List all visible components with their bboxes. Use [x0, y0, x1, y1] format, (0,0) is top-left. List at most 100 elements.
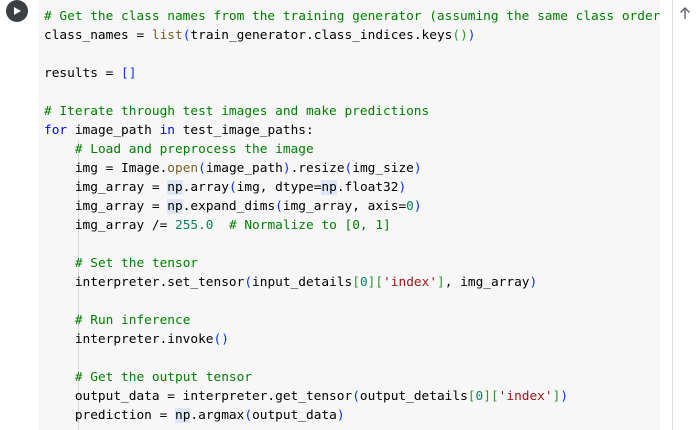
code-token: class_names = — [44, 28, 152, 43]
code-token: ( — [352, 389, 360, 404]
code-token: () — [452, 28, 468, 43]
code-token: .array — [182, 180, 229, 195]
code-token: () — [213, 332, 229, 347]
code-cell[interactable]: # Get the class names from the training … — [38, 0, 668, 430]
code-line[interactable]: img_array = np.expand_dims(img_array, ax… — [44, 197, 668, 216]
code-token: 0 — [406, 199, 414, 214]
code-token: [ — [490, 389, 499, 404]
code-token: img_array = — [44, 180, 168, 195]
code-line[interactable]: output_data = interpreter.get_tensor(out… — [44, 387, 668, 406]
code-token: for — [44, 123, 68, 138]
code-token: img_size — [352, 161, 414, 176]
code-editor[interactable]: # Get the class names from the training … — [44, 7, 668, 425]
code-token: img = Image. — [44, 161, 168, 176]
code-token: ( — [244, 275, 253, 290]
code-token: ( — [228, 180, 237, 195]
code-token: ) — [560, 389, 569, 404]
code-token: np — [321, 180, 337, 195]
run-cell-button[interactable] — [6, 0, 28, 22]
code-token: 255.0 — [174, 218, 214, 233]
arrow-up-icon — [680, 7, 690, 19]
code-token: 'index' — [383, 275, 438, 290]
code-token: in — [159, 123, 175, 138]
code-token: # Get the output tensor — [74, 370, 253, 385]
code-token: interpreter.set_tensor — [44, 275, 245, 290]
code-line[interactable]: prediction = np.argmax(output_data) — [44, 406, 668, 425]
code-token: np — [174, 408, 191, 423]
code-token: ) — [413, 161, 422, 176]
code-token: ( — [198, 161, 206, 176]
code-line[interactable]: class_names = list(train_generator.class… — [44, 26, 668, 45]
code-token: # Get the class names from the training … — [44, 9, 669, 24]
code-line[interactable] — [44, 292, 668, 311]
code-line[interactable]: # Get the class names from the training … — [44, 7, 668, 26]
code-token: np — [167, 180, 183, 195]
code-token: ] — [483, 389, 491, 404]
code-line[interactable]: img = Image.open(image_path).resize(img_… — [44, 159, 668, 178]
code-line[interactable]: img_array /= 255.0 # Normalize to [0, 1] — [44, 216, 668, 235]
code-line[interactable] — [44, 45, 668, 64]
code-token: output_data — [252, 408, 337, 423]
code-token: list — [151, 28, 183, 43]
code-line[interactable]: interpreter.invoke() — [44, 330, 668, 349]
code-line[interactable] — [44, 83, 668, 102]
code-token: open — [167, 161, 199, 176]
play-icon — [14, 7, 21, 15]
code-token: .resize — [290, 161, 345, 176]
code-token: # Iterate through test images and make p… — [44, 104, 430, 119]
code-line[interactable]: # Set the tensor — [44, 254, 668, 273]
code-line[interactable]: # Load and preprocess the image — [44, 140, 668, 159]
code-token: ( — [275, 199, 283, 214]
code-line[interactable]: # Get the output tensor — [44, 368, 668, 387]
code-token: ) — [398, 180, 407, 195]
code-token: ) — [413, 199, 422, 214]
code-token: output_data = interpreter.get_tensor — [44, 389, 353, 404]
code-token: 'index' — [498, 389, 553, 404]
code-token: [ — [467, 389, 476, 404]
scroll-area — [661, 0, 699, 430]
code-line[interactable]: results = [] — [44, 64, 668, 83]
code-token: [ — [352, 275, 360, 290]
code-token: ) — [529, 275, 538, 290]
code-token: img_array, axis= — [282, 199, 407, 214]
code-token: [] — [121, 66, 137, 81]
code-token: interpreter.invoke — [44, 332, 214, 347]
code-line[interactable]: for image_path in test_image_paths: — [44, 121, 668, 140]
code-token: # Set the tensor — [74, 256, 199, 271]
code-token: image_path — [205, 161, 283, 176]
code-line[interactable] — [44, 235, 668, 254]
code-token: img_array /= — [44, 218, 175, 233]
code-line[interactable] — [44, 349, 668, 368]
code-token: train_generator.class_indices.keys — [190, 28, 453, 43]
code-token: ( — [244, 408, 253, 423]
code-token: .argmax — [190, 408, 245, 423]
code-token: img, dtype= — [236, 180, 322, 195]
code-token: img_array = — [44, 199, 168, 214]
code-token: [ — [375, 275, 384, 290]
code-token: .float32 — [336, 180, 399, 195]
code-token: results = — [44, 66, 122, 81]
code-token: , img_array — [444, 275, 530, 290]
code-token: # Load and preprocess the image — [74, 142, 314, 157]
code-token: ) — [282, 161, 291, 176]
code-token: test_image_paths: — [175, 123, 314, 138]
scrollbar[interactable] — [672, 0, 673, 430]
code-token: np — [167, 199, 183, 214]
cell-gutter — [0, 0, 38, 430]
code-token: ) — [467, 28, 476, 43]
code-token: output_details — [359, 389, 468, 404]
code-line[interactable]: interpreter.set_tensor(input_details[0][… — [44, 273, 668, 292]
scroll-up-button[interactable] — [676, 4, 694, 22]
code-token: image_path — [67, 123, 160, 138]
code-line[interactable]: # Iterate through test images and make p… — [44, 102, 668, 121]
code-line[interactable]: # Run inference — [44, 311, 668, 330]
code-token: 0 — [359, 275, 368, 290]
code-token: ) — [336, 408, 345, 423]
code-token: # Run inference — [74, 313, 191, 328]
code-line[interactable]: img_array = np.array(img, dtype=np.float… — [44, 178, 668, 197]
